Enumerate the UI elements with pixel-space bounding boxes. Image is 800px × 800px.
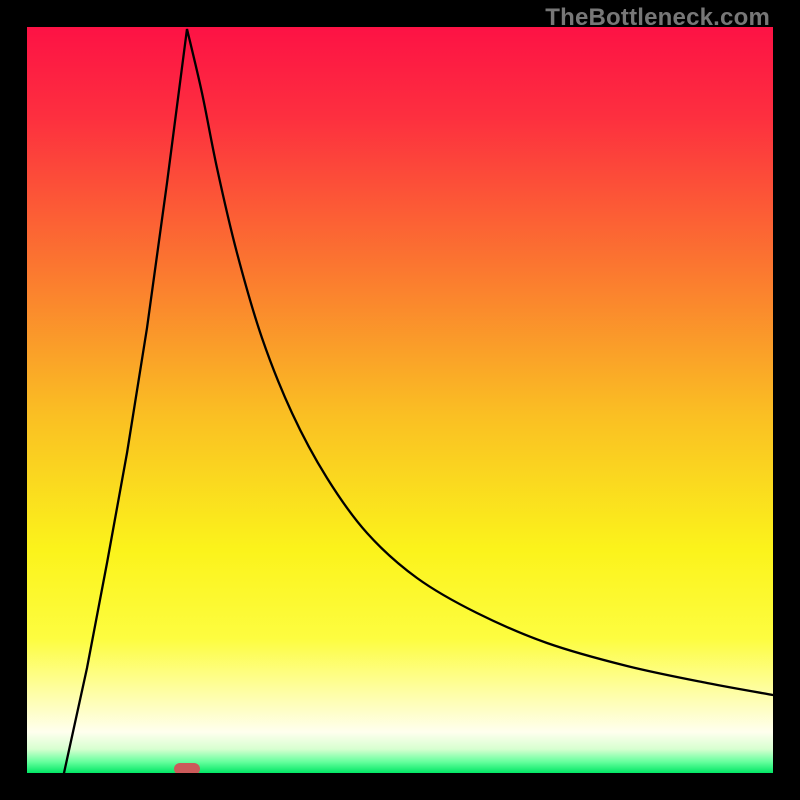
- optimum-marker: [174, 763, 200, 773]
- plot-area: [27, 27, 773, 773]
- chart-frame: TheBottleneck.com: [0, 0, 800, 800]
- bottleneck-curve: [27, 27, 773, 773]
